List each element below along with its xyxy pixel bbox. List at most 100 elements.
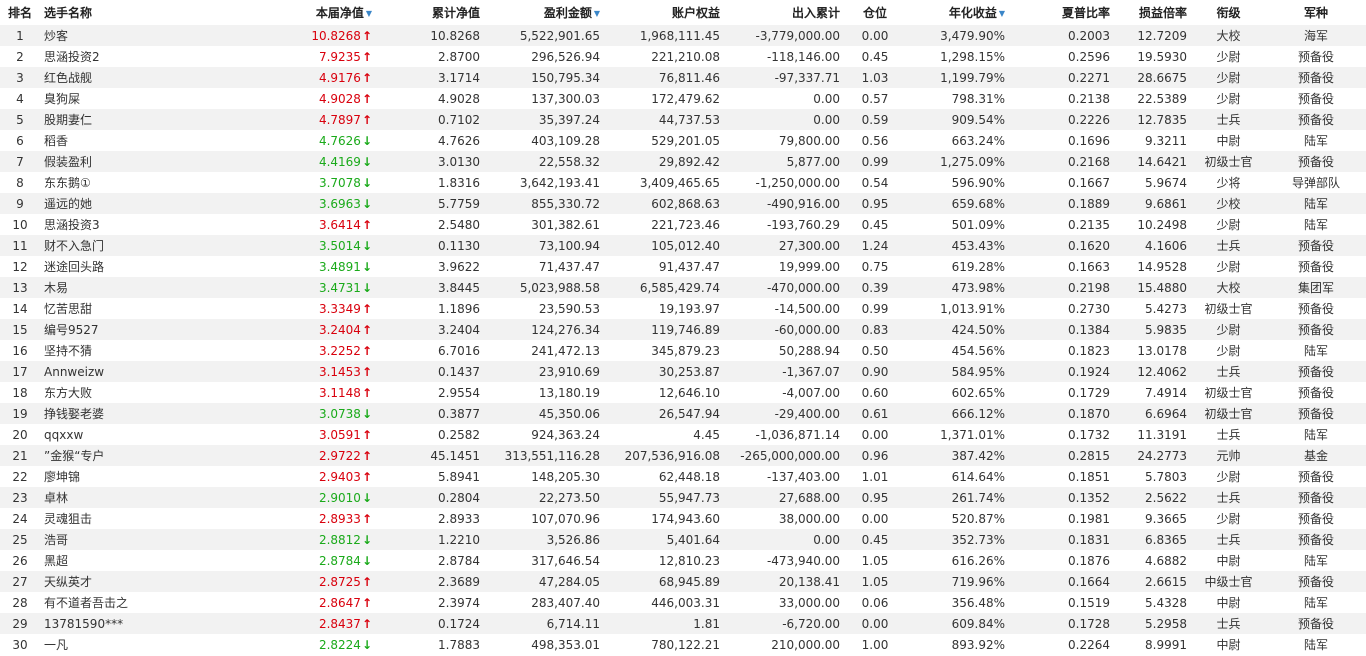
cell-rank-title: 少尉: [1216, 344, 1241, 358]
cell-equity: 76,811.46: [658, 70, 720, 85]
table-row[interactable]: 26 黑超 2.8784↓ 2.8784 317,646.54 12,810.23 -473…: [0, 550, 1366, 571]
header-label: 本届净值: [315, 6, 364, 20]
table-row[interactable]: 17 Annweizw 3.1453↑ 0.1437 23,910.69 30,253.8…: [0, 361, 1366, 382]
cell-inout: -4,007.00: [782, 385, 840, 400]
table-row[interactable]: 6 稻香 4.7626↓ 4.7626 403,109.28 529,201.05 79,8…: [0, 130, 1366, 151]
table-row[interactable]: 23 卓林 2.9010↓ 0.2804 22,273.50 55,947.73 27,68…: [0, 487, 1366, 508]
table-row[interactable]: 28 有不道者吾击之 2.8647↑ 2.3974 283,407.40 446,003.…: [0, 592, 1366, 613]
header-rank-title[interactable]: 衔级: [1191, 0, 1266, 25]
player-name-link[interactable]: 一凡: [44, 638, 68, 652]
cell-inout: 79,800.00: [778, 133, 840, 148]
cell-inout: 0.00: [813, 112, 840, 127]
sort-down-icon[interactable]: ▼: [594, 9, 600, 18]
cell-annual: 501.09%: [951, 217, 1005, 232]
header-inout[interactable]: 出入累计: [724, 0, 844, 25]
player-name-link[interactable]: 东方大败: [44, 386, 92, 400]
table-row[interactable]: 9 遥远的她 3.6963↓ 5.7759 855,330.72 602,868.63 -4…: [0, 193, 1366, 214]
table-row[interactable]: 29 13781590*** 2.8437↑ 0.1724 6,714.11 1.81 -6…: [0, 613, 1366, 634]
player-name-link[interactable]: Annweizw: [44, 365, 104, 379]
player-name-link[interactable]: 财不入急门: [44, 239, 104, 253]
player-name-link[interactable]: 炒客: [44, 29, 68, 43]
nav-value: 2.8784: [318, 553, 361, 568]
table-row[interactable]: 5 股期妻仁 4.7897↑ 0.7102 35,397.24 44,737.53 0.00…: [0, 109, 1366, 130]
player-name-link[interactable]: 13781590***: [44, 617, 123, 631]
table-row[interactable]: 1 炒客 10.8268↑ 10.8268 5,522,901.65 1,968,111.…: [0, 25, 1366, 46]
player-name-link[interactable]: 思涵投资2: [44, 50, 100, 64]
player-name-link[interactable]: 稻香: [44, 134, 68, 148]
player-name-link[interactable]: 编号9527: [44, 323, 99, 337]
player-name-link[interactable]: 坚持不猜: [44, 344, 92, 358]
header-cum-nav[interactable]: 累计净值: [376, 0, 484, 25]
player-name-link[interactable]: ”金猴“专户: [44, 449, 104, 463]
table-row[interactable]: 10 思涵投资3 3.6414↑ 2.5480 301,382.61 221,723.46…: [0, 214, 1366, 235]
cell-rank-title: 中尉: [1216, 596, 1241, 610]
table-row[interactable]: 24 灵魂狙击 2.8933↑ 2.8933 107,070.96 174,943.60 3…: [0, 508, 1366, 529]
table-row[interactable]: 13 木易 3.4731↓ 3.8445 5,023,988.58 6,585,429.7…: [0, 277, 1366, 298]
table-row[interactable]: 21 ”金猴“专户 2.9722↑ 45.1451 313,551,116.28 207,…: [0, 445, 1366, 466]
table-row[interactable]: 27 天纵英才 2.8725↑ 2.3689 47,284.05 68,945.89 20,…: [0, 571, 1366, 592]
table-row[interactable]: 19 挣钱娶老婆 3.0738↓ 0.3877 45,350.06 26,547.94 -2…: [0, 403, 1366, 424]
header-pl-ratio[interactable]: 损益倍率: [1114, 0, 1191, 25]
cell-rank: 6: [16, 133, 24, 148]
player-name-link[interactable]: 遥远的她: [44, 197, 92, 211]
player-name-link[interactable]: 有不道者吾击之: [44, 596, 128, 610]
sort-down-icon[interactable]: ▼: [999, 9, 1005, 18]
table-row[interactable]: 4 臭狗屎 4.9028↑ 4.9028 137,300.03 172,479.62 0.0…: [0, 88, 1366, 109]
player-name-link[interactable]: 卓林: [44, 491, 68, 505]
cell-equity: 62,448.18: [658, 469, 720, 484]
player-name-link[interactable]: 木易: [44, 281, 68, 295]
player-name-link[interactable]: 红色战舰: [44, 71, 92, 85]
player-name-link[interactable]: qqxxw: [44, 428, 83, 442]
header-label: 夏普比率: [1061, 6, 1110, 20]
table-row[interactable]: 20 qqxxw 3.0591↑ 0.2582 924,363.24 4.45 -1,036…: [0, 424, 1366, 445]
player-name-link[interactable]: 黑超: [44, 554, 68, 568]
player-name-link[interactable]: 天纵英才: [44, 575, 92, 589]
table-row[interactable]: 22 廖坤锦 2.9403↑ 5.8941 148,205.30 62,448.18 -13…: [0, 466, 1366, 487]
cell-annual: 1,013.91%: [940, 301, 1005, 316]
nav-value: 3.4731: [318, 280, 361, 295]
player-name-link[interactable]: 忆苦思甜: [44, 302, 92, 316]
table-row[interactable]: 16 坚持不猜 3.2252↑ 6.7016 241,472.13 345,879.23 5…: [0, 340, 1366, 361]
player-name-link[interactable]: 思涵投资3: [44, 218, 100, 232]
player-name-link[interactable]: 挣钱娶老婆: [44, 407, 104, 421]
table-row[interactable]: 7 假装盈利 4.4169↓ 3.0130 22,558.32 29,892.42 5,87…: [0, 151, 1366, 172]
header-position[interactable]: 仓位: [844, 0, 906, 25]
table-row[interactable]: 25 浩哥 2.8812↓ 1.2210 3,526.86 5,401.64 0.00 0.4…: [0, 529, 1366, 550]
header-nav[interactable]: 本届净值 ▼: [250, 0, 376, 25]
table-row[interactable]: 15 编号9527 3.2404↑ 3.2404 124,276.34 119,746.8…: [0, 319, 1366, 340]
player-name-link[interactable]: 臭狗屎: [44, 92, 80, 106]
table-row[interactable]: 3 红色战舰 4.9176↑ 3.1714 150,795.34 76,811.46 -97…: [0, 67, 1366, 88]
header-sharpe[interactable]: 夏普比率: [1009, 0, 1114, 25]
table-row[interactable]: 18 东方大败 3.1148↑ 2.9554 13,180.19 12,646.10 -4,…: [0, 382, 1366, 403]
player-name-link[interactable]: 迷途回头路: [44, 260, 104, 274]
player-name-link[interactable]: 灵魂狙击: [44, 512, 92, 526]
table-row[interactable]: 11 财不入急门 3.5014↓ 0.1130 73,100.94 105,012.40 2…: [0, 235, 1366, 256]
cell-position: 0.90: [861, 364, 889, 379]
header-rank[interactable]: 排名: [0, 0, 40, 25]
header-name[interactable]: 选手名称: [40, 0, 250, 25]
table-row[interactable]: 30 一凡 2.8224↓ 1.7883 498,353.01 780,122.21 210…: [0, 634, 1366, 655]
player-name-link[interactable]: 廖坤锦: [44, 470, 80, 484]
cell-pl-ratio: 5.2958: [1145, 616, 1187, 631]
cell-profit: 3,642,193.41: [519, 175, 600, 190]
player-name-link[interactable]: 假装盈利: [44, 155, 92, 169]
cell-cum-nav: 2.8933: [438, 511, 480, 526]
player-name-link[interactable]: 股期妻仁: [44, 113, 92, 127]
table-row[interactable]: 12 迷途回头路 3.4891↓ 3.9622 71,437.47 91,437.47 19…: [0, 256, 1366, 277]
cell-sharpe: 0.1823: [1068, 343, 1110, 358]
table-row[interactable]: 14 忆苦思甜 3.3349↑ 1.1896 23,590.53 19,193.97 -14…: [0, 298, 1366, 319]
cell-inout: -1,367.07: [782, 364, 840, 379]
cell-rank-title: 少将: [1216, 176, 1241, 190]
table-row[interactable]: 8 东东鹅① 3.7078↓ 1.8316 3,642,193.41 3,409,465.…: [0, 172, 1366, 193]
header-annual[interactable]: 年化收益 ▼: [906, 0, 1009, 25]
header-branch[interactable]: 军种: [1266, 0, 1366, 25]
cell-nav: 3.5014↓: [250, 235, 376, 256]
header-equity[interactable]: 账户权益: [604, 0, 724, 25]
table-row[interactable]: 2 思涵投资2 7.9235↑ 2.8700 296,526.94 221,210.08 -…: [0, 46, 1366, 67]
player-name-link[interactable]: 东东鹅①: [44, 176, 91, 190]
cell-cum-nav: 5.7759: [438, 196, 480, 211]
header-profit[interactable]: 盈利金额 ▼: [484, 0, 604, 25]
player-name-link[interactable]: 浩哥: [44, 533, 68, 547]
sort-down-icon[interactable]: ▼: [366, 9, 372, 18]
cell-inout: 27,300.00: [778, 238, 840, 253]
